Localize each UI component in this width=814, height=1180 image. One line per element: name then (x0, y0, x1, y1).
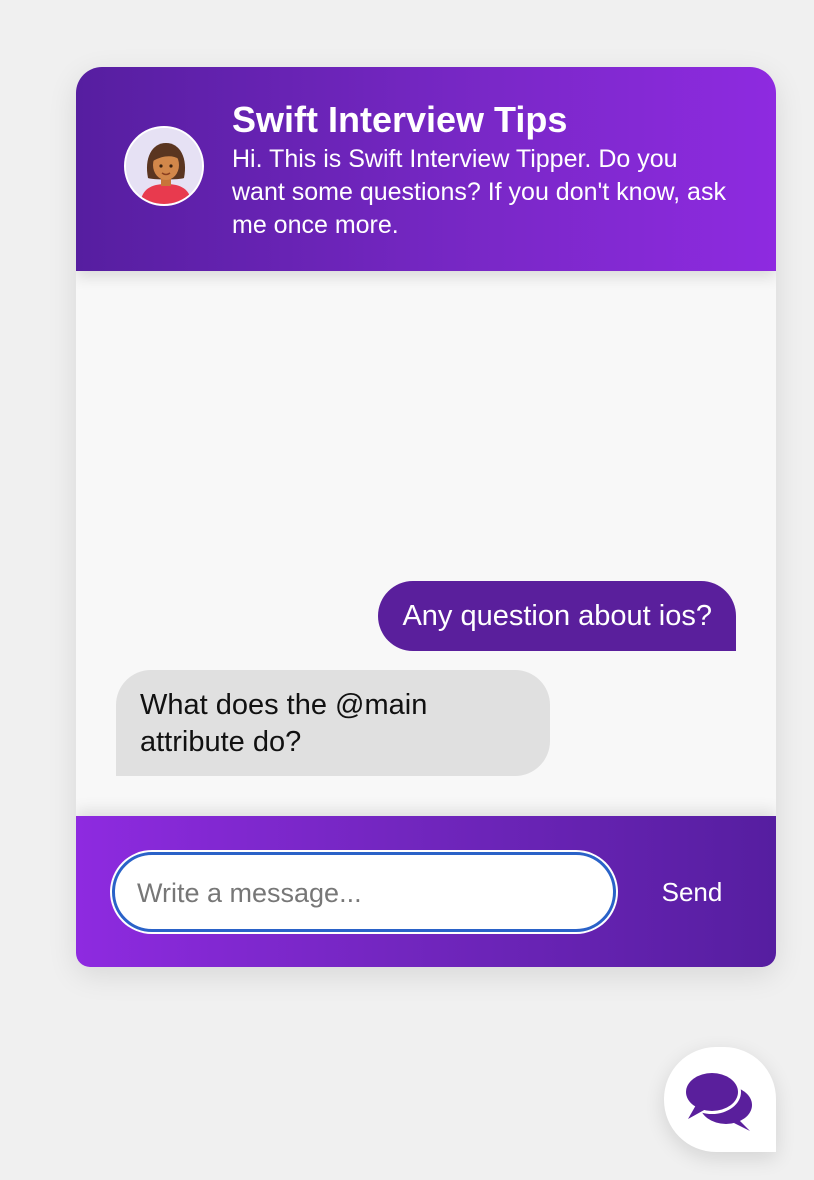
bot-message: What does the @main attribute do? (116, 670, 550, 776)
chat-header: Swift Interview Tips Hi. This is Swift I… (76, 67, 776, 271)
chat-composer: Send (76, 816, 776, 967)
chat-description: Hi. This is Swift Interview Tipper. Do y… (232, 145, 726, 239)
woman-avatar-icon (124, 126, 204, 206)
send-button[interactable]: Send (654, 870, 730, 914)
chat-bubbles-icon (683, 1070, 752, 1131)
chat-launcher-button[interactable] (664, 1047, 776, 1152)
message-input-container (112, 852, 616, 932)
user-message: Any question about ios? (378, 581, 736, 651)
message-list: Any question about ios? What does the @m… (76, 271, 776, 816)
message-input[interactable] (135, 867, 599, 919)
chat-title: Swift Interview Tips (232, 99, 568, 140)
chat-window: Swift Interview Tips Hi. This is Swift I… (76, 67, 776, 967)
